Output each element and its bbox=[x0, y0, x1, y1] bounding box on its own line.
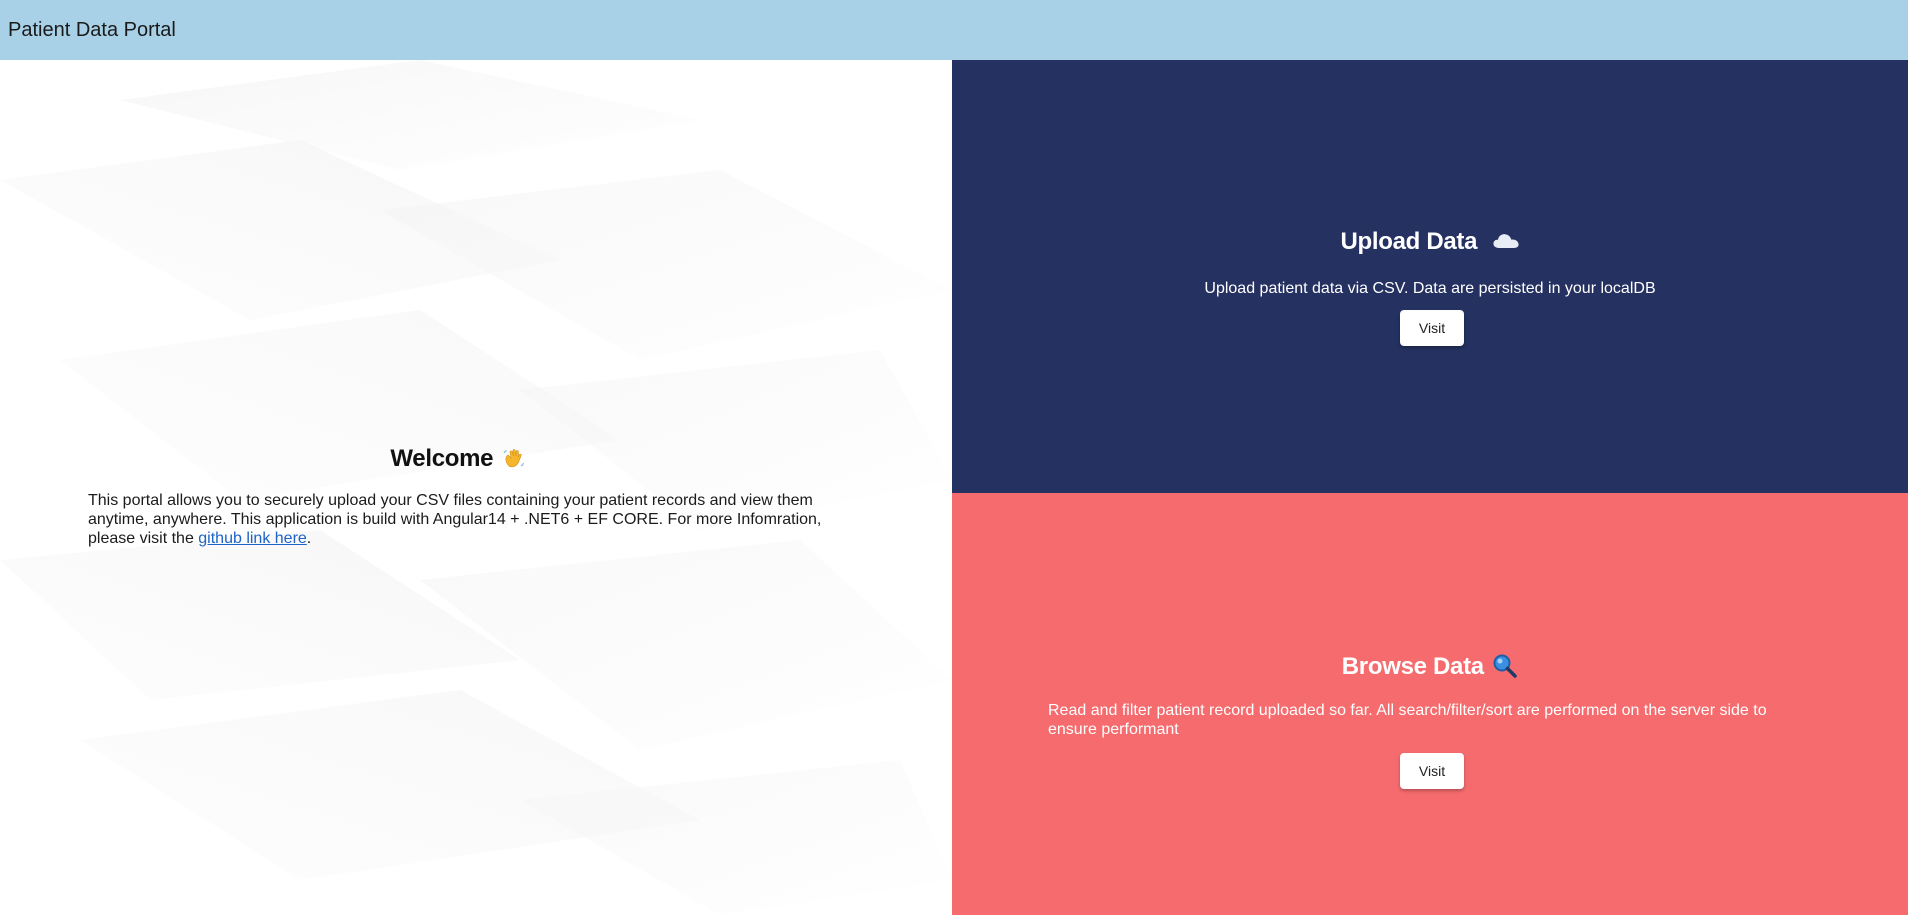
upload-description: Upload patient data via CSV. Data are pe… bbox=[1204, 280, 1656, 297]
browse-description: Read and filter patient record uploaded … bbox=[1048, 702, 1767, 738]
top-toolbar: Patient Data Portal bbox=[0, 0, 1908, 60]
browse-title: Browse Data bbox=[1341, 653, 1484, 680]
upload-visit-button[interactable]: Visit bbox=[1400, 310, 1464, 346]
github-link[interactable]: github link here bbox=[198, 530, 307, 547]
waving-hand-icon bbox=[502, 446, 526, 470]
browse-visit-button[interactable]: Visit bbox=[1400, 753, 1464, 789]
cloud-icon bbox=[1492, 228, 1520, 248]
upload-title: Upload Data bbox=[1340, 228, 1478, 255]
upload-heading: Upload Data bbox=[952, 228, 1908, 256]
magnifying-glass-icon bbox=[1492, 653, 1518, 679]
welcome-title-text: Welcome bbox=[390, 445, 494, 472]
welcome-heading: Welcome bbox=[88, 445, 828, 473]
upload-data-card: Upload Data Upload patient data via CSV.… bbox=[952, 60, 1908, 493]
welcome-content: Welcome This portal allows you to secure… bbox=[88, 445, 828, 548]
welcome-description-end: . bbox=[306, 530, 312, 547]
app-title: Patient Data Portal bbox=[8, 18, 176, 41]
welcome-description: This portal allows you to securely uploa… bbox=[88, 491, 828, 548]
welcome-panel: Welcome This portal allows you to secure… bbox=[0, 60, 952, 915]
browse-data-card: Browse Data Read and filter patient reco… bbox=[952, 493, 1908, 915]
browse-heading: Browse Data bbox=[952, 653, 1908, 681]
